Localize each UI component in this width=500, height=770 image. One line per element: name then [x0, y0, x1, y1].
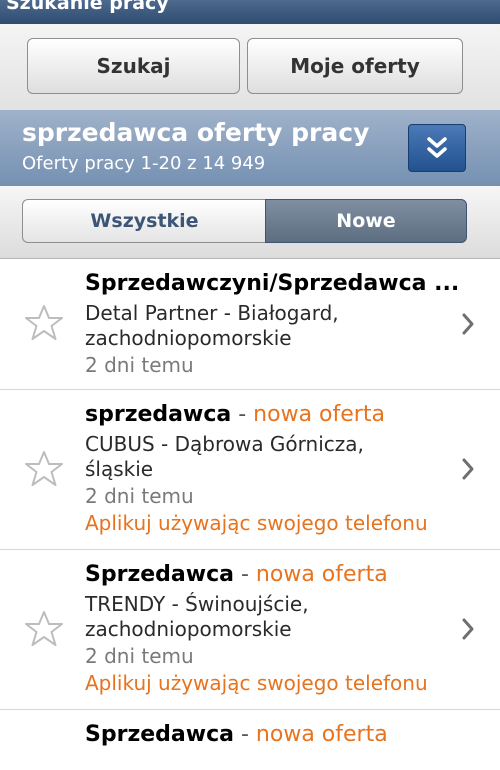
job-company-location: CUBUS - Dąbrowa Górnicza,	[85, 432, 364, 456]
job-title-line: sprzedawca - nowa oferta	[85, 402, 385, 427]
app-title: Szukanie pracy	[6, 0, 169, 14]
expand-search-button[interactable]	[408, 124, 466, 172]
job-date: 2 dni temu	[85, 353, 194, 377]
job-title: Sprzedawca	[85, 562, 234, 587]
chevron-right-icon	[462, 313, 474, 335]
list-item[interactable]: Sprzedawczyni/Sprzedawca ... Detal Partn…	[0, 259, 500, 390]
job-title: Sprzedawczyni/Sprzedawca ...	[85, 271, 460, 296]
tab-new[interactable]: Nowe	[265, 199, 467, 243]
new-offer-badge: nowa oferta	[255, 562, 388, 587]
chevron-right-icon	[462, 618, 474, 640]
my-offers-button[interactable]: Moje oferty	[247, 38, 463, 94]
star-icon[interactable]	[24, 449, 64, 489]
job-region: zachodniopomorskie	[85, 326, 292, 350]
title-separator: -	[233, 722, 256, 747]
app-title-bar: Szukanie pracy	[0, 0, 500, 24]
title-separator: -	[231, 402, 254, 427]
job-date: 2 dni temu	[85, 644, 194, 668]
list-item[interactable]: Sprzedawca - nowa oferta	[0, 710, 500, 770]
search-summary-header: sprzedawca oferty pracy Oferty pracy 1-2…	[0, 110, 500, 186]
action-button-bar: Szukaj Moje oferty	[0, 24, 500, 110]
new-offer-badge: nowa oferta	[255, 722, 388, 747]
star-icon[interactable]	[24, 609, 64, 649]
list-item[interactable]: sprzedawca - nowa oferta CUBUS - Dąbrowa…	[0, 390, 500, 550]
apply-with-phone-link[interactable]: Aplikuj używając swojego telefonu	[85, 511, 428, 535]
double-chevron-down-icon	[427, 137, 447, 158]
job-title-line: Sprzedawca - nowa oferta	[85, 722, 388, 747]
job-title: sprzedawca	[85, 402, 232, 427]
search-button[interactable]: Szukaj	[27, 38, 240, 94]
new-offer-badge: nowa oferta	[253, 402, 385, 427]
job-company-location: Detal Partner - Białogard,	[85, 301, 339, 325]
job-date: 2 dni temu	[85, 484, 194, 508]
job-company-location: TRENDY - Świnoujście,	[85, 592, 309, 616]
job-title-line: Sprzedawca - nowa oferta	[85, 562, 388, 587]
star-icon[interactable]	[24, 303, 64, 343]
apply-with-phone-link[interactable]: Aplikuj używając swojego telefonu	[85, 671, 428, 695]
title-separator: -	[233, 562, 256, 587]
job-region: śląskie	[85, 457, 154, 481]
tab-all[interactable]: Wszystkie	[22, 199, 266, 243]
job-title: Sprzedawca	[85, 722, 234, 747]
chevron-right-icon	[462, 458, 474, 480]
results-count: Oferty pracy 1-20 z 14 949	[22, 153, 266, 174]
list-item[interactable]: Sprzedawca - nowa oferta TRENDY - Świnou…	[0, 550, 500, 710]
filter-tabs-bar: Wszystkie Nowe	[0, 186, 500, 259]
job-region: zachodniopomorskie	[85, 617, 292, 641]
search-query-title: sprzedawca oferty pracy	[22, 118, 370, 147]
job-list: Sprzedawczyni/Sprzedawca ... Detal Partn…	[0, 259, 500, 770]
